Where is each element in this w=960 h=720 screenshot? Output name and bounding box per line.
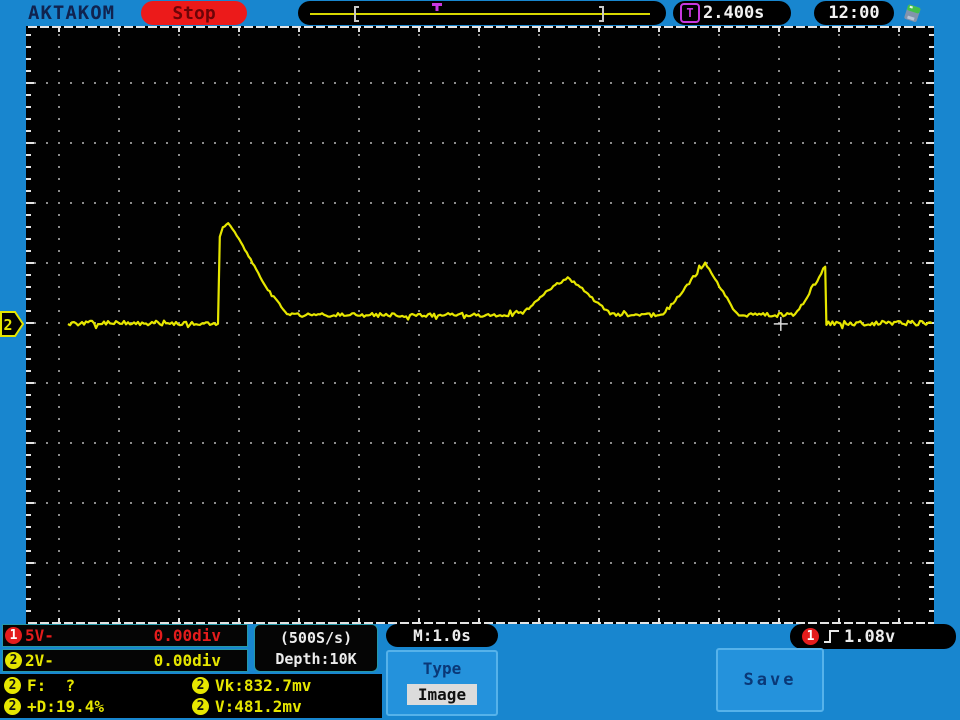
clock: 12:00 [814,1,894,25]
acquisition-status: (500S/s) Depth:10K [254,624,378,672]
clock-value: 12:00 [828,3,880,23]
measurement-channel-badge: 2 [4,677,21,694]
measurement-value: Vk:832.7mv [215,676,312,695]
measurement-channel-badge: 2 [192,698,209,715]
channel-2-offset: 0.00div [153,651,221,670]
graticule-and-trace [26,26,937,624]
menu-option-image[interactable]: Image [407,684,477,705]
channel-1-badge: 1 [5,627,22,644]
timebase-readout: M:1.0s [386,624,498,647]
measurement-channel-badge: 2 [192,677,209,694]
channel-1-scale: 5V- [25,626,54,645]
channel-2-status: 2 2V- 0.00div [2,649,248,672]
trigger-time-readout: T 2.400s [673,1,791,25]
graticule-dots [34,34,924,624]
measurement-channel-badge: 2 [4,698,21,715]
channel-2-scale: 2V- [25,651,54,670]
save-button-label: Save [743,670,797,690]
menu-title: Type [422,659,462,678]
timebase-value: M:1.0s [413,626,471,645]
save-button[interactable]: Save [716,648,824,712]
type-menu: Type Image [386,650,498,716]
measurement-duty: 2 +D:19.4% [4,697,192,716]
trigger-time-value: 2.400s [703,3,765,23]
trigger-level-readout: 1 1.08v [790,624,956,649]
channel-1-offset: 0.00div [153,626,221,645]
channel-2-badge: 2 [5,652,22,669]
memory-depth: Depth:10K [275,649,357,668]
horizontal-position-bar [298,1,666,25]
trigger-position-t-icon [432,3,442,11]
measurement-value: +D:19.4% [27,697,105,716]
horizontal-position-graphic [310,3,650,22]
channel-2-marker-icon: 2 [0,311,24,337]
measurement-value: F: ? [27,676,76,695]
measurement-frequency: 2 F: ? [4,676,192,695]
run-stop-label: Stop [172,2,216,24]
trigger-channel-badge: 1 [802,628,819,645]
trigger-level-value: 1.08v [844,626,896,647]
measurement-vk: 2 Vk:832.7mv [192,676,382,695]
trigger-t-icon: T [680,3,700,23]
run-stop-indicator[interactable]: Stop [141,1,247,25]
measurement-value: V:481.2mv [215,697,302,716]
sample-rate: (500S/s) [279,628,353,647]
channel-1-status: 1 5V- 0.00div [2,624,248,647]
waveform-display [26,26,937,624]
svg-text:2: 2 [3,316,12,334]
measurement-voltage: 2 V:481.2mv [192,697,382,716]
rising-edge-icon [824,630,839,643]
measurement-panel: 2 F: ? 2 Vk:832.7mv 2 +D:19.4% 2 V:481.2… [0,674,382,718]
usb-device-icon [904,4,921,22]
waveform-trace [67,222,933,330]
cursor-cross-icon [773,316,788,331]
brand-logo: AKTAKOM [28,2,116,24]
